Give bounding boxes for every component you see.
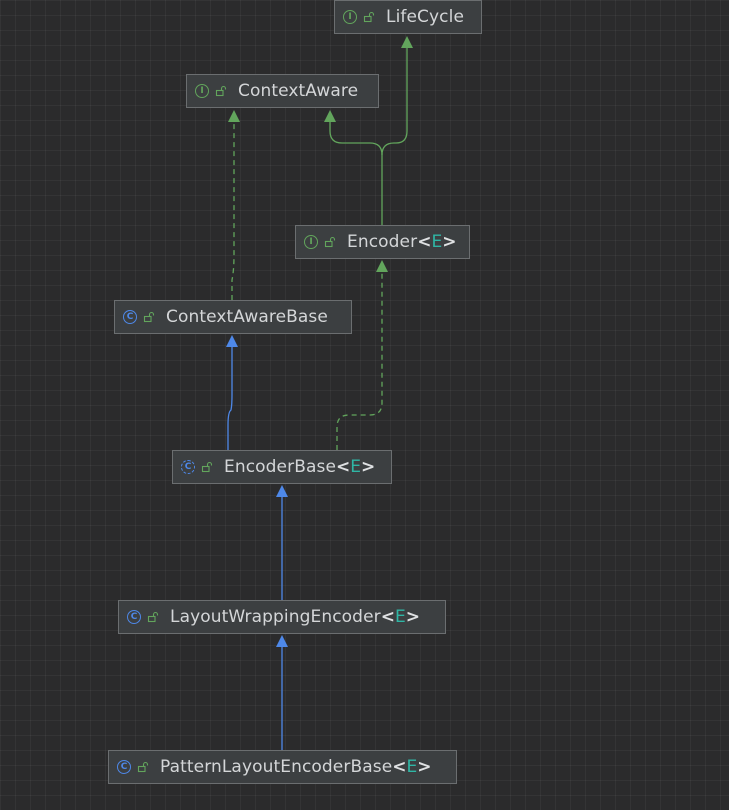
interface-icon: I bbox=[195, 84, 209, 98]
type-param-open: < bbox=[336, 457, 351, 477]
type-param-open: < bbox=[417, 232, 432, 252]
open-lock-icon bbox=[363, 11, 375, 23]
type-param: E bbox=[350, 457, 361, 477]
open-lock-icon bbox=[215, 85, 227, 97]
node-context-aware-base-label: ContextAwareBase bbox=[166, 307, 328, 327]
type-param-close: > bbox=[405, 607, 420, 627]
arrowhead-encoder bbox=[376, 260, 388, 272]
type-param-close: > bbox=[417, 757, 432, 777]
type-param-close: > bbox=[442, 232, 457, 252]
arrowhead-lifecycle bbox=[401, 36, 413, 48]
arrowhead-encoder-base bbox=[276, 485, 288, 497]
diagram-canvas: I LifeCycle I ContextAware I Encoder < E… bbox=[0, 0, 729, 810]
node-layout-wrapping-encoder[interactable]: C LayoutWrappingEncoder < E > bbox=[118, 600, 446, 634]
edge-encoder-base-to-context-aware-base bbox=[227, 347, 233, 450]
node-pattern-layout-encoder-base[interactable]: C PatternLayoutEncoderBase < E > bbox=[108, 750, 457, 784]
node-context-aware-label: ContextAware bbox=[238, 81, 359, 101]
open-lock-icon bbox=[147, 611, 159, 623]
open-lock-icon bbox=[324, 236, 336, 248]
node-context-aware[interactable]: I ContextAware bbox=[186, 74, 379, 108]
node-encoder-base[interactable]: C EncoderBase < E > bbox=[172, 450, 392, 484]
node-encoder-label: Encoder bbox=[347, 232, 418, 252]
node-encoder-base-label: EncoderBase bbox=[224, 457, 336, 477]
type-param-open: < bbox=[380, 607, 395, 627]
class-icon: C bbox=[127, 610, 141, 624]
node-lifecycle-label: LifeCycle bbox=[386, 7, 464, 27]
interface-icon: I bbox=[343, 10, 357, 24]
interface-icon: I bbox=[304, 235, 318, 249]
open-lock-icon bbox=[201, 461, 213, 473]
edge-encoder-to-lifecycle bbox=[381, 48, 408, 226]
arrowhead-context-aware-from-encoder bbox=[324, 110, 336, 122]
arrowhead-layout-wrapping-encoder bbox=[276, 635, 288, 647]
node-pattern-layout-encoder-base-label: PatternLayoutEncoderBase bbox=[160, 757, 393, 777]
open-lock-icon bbox=[143, 311, 155, 323]
abstract-class-icon: C bbox=[181, 460, 195, 474]
class-icon: C bbox=[123, 310, 137, 324]
type-param-close: > bbox=[361, 457, 376, 477]
node-lifecycle[interactable]: I LifeCycle bbox=[334, 0, 482, 34]
arrowhead-context-aware-base bbox=[226, 335, 238, 347]
node-layout-wrapping-encoder-label: LayoutWrappingEncoder bbox=[170, 607, 381, 627]
class-icon: C bbox=[117, 760, 131, 774]
edge-encoder-to-context-aware bbox=[329, 122, 383, 156]
arrowhead-context-aware-from-base bbox=[228, 110, 240, 122]
type-param: E bbox=[394, 607, 406, 627]
edge-encoder-base-to-encoder bbox=[336, 272, 383, 450]
node-context-aware-base[interactable]: C ContextAwareBase bbox=[114, 300, 352, 334]
node-encoder[interactable]: I Encoder < E > bbox=[295, 225, 470, 259]
type-param: E bbox=[431, 232, 443, 252]
type-param-open: < bbox=[392, 757, 407, 777]
edges-layer bbox=[226, 36, 413, 750]
open-lock-icon bbox=[137, 761, 149, 773]
type-param: E bbox=[406, 757, 418, 777]
edge-context-aware-base-to-context-aware bbox=[231, 122, 235, 300]
